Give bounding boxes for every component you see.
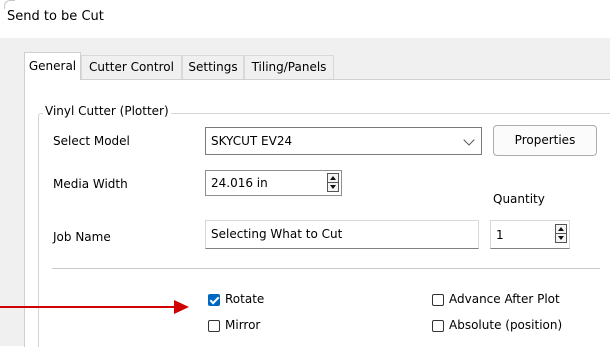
window-title: Send to be Cut — [7, 9, 104, 24]
advance-after-plot-label[interactable]: Advance After Plot — [449, 292, 560, 306]
media-width-value: 24.016 in — [211, 176, 268, 190]
model-select-value: SKYCUT EV24 — [211, 134, 293, 148]
annotation-arrow-shaft — [0, 306, 176, 308]
properties-button[interactable]: Properties — [493, 125, 597, 156]
spin-up-icon — [330, 176, 336, 180]
quantity-input[interactable]: 1 — [490, 220, 570, 249]
advance-after-plot-checkbox[interactable] — [432, 294, 444, 306]
absolute-position-label[interactable]: Absolute (position) — [449, 318, 562, 332]
annotation-arrow-icon — [174, 300, 189, 314]
job-name-label: Job Name — [53, 230, 111, 244]
quantity-value: 1 — [496, 228, 504, 242]
separator — [52, 268, 600, 269]
group-label: Vinyl Cutter (Plotter) — [43, 104, 171, 118]
spin-divider — [556, 233, 566, 234]
spin-down-icon — [558, 236, 564, 240]
chevron-down-icon — [463, 134, 475, 146]
window-corner — [4, 0, 15, 9]
tab-settings[interactable]: Settings — [182, 55, 244, 79]
quantity-label: Quantity — [493, 192, 545, 206]
absolute-position-checkbox[interactable] — [432, 320, 444, 332]
job-name-input[interactable]: Selecting What to Cut — [205, 220, 479, 249]
tab-tiling-panels[interactable]: Tiling/Panels — [244, 55, 334, 79]
spin-down-icon — [330, 185, 336, 189]
tab-cutter-control[interactable]: Cutter Control — [81, 55, 182, 79]
tab-general[interactable]: General — [24, 52, 81, 80]
rotate-label[interactable]: Rotate — [225, 292, 264, 306]
model-select[interactable]: SKYCUT EV24 — [205, 127, 482, 155]
rotate-checkbox[interactable] — [208, 294, 220, 306]
media-width-label: Media Width — [53, 177, 128, 191]
media-width-input[interactable]: 24.016 in — [205, 170, 342, 196]
mirror-checkbox[interactable] — [208, 320, 220, 332]
quantity-spinner[interactable] — [555, 224, 567, 243]
job-name-value: Selecting What to Cut — [211, 227, 343, 241]
mirror-label[interactable]: Mirror — [225, 318, 260, 332]
select-model-label: Select Model — [53, 134, 130, 148]
spin-up-icon — [558, 227, 564, 231]
spin-divider — [328, 182, 338, 183]
media-width-spinner[interactable] — [327, 173, 339, 192]
